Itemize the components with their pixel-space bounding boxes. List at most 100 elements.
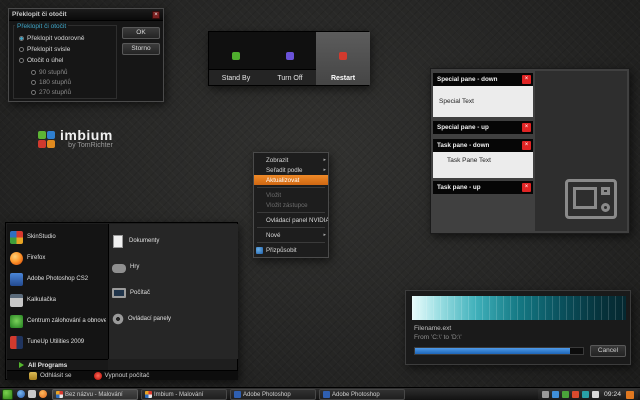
radio-rotate-by-angle[interactable]: Otočit o úhel	[19, 57, 64, 64]
start-menu-right-column: Dokumenty Hry Počítač Ovládací panely	[108, 224, 238, 359]
menu-item-nvidia-control-panel[interactable]: Ovládací panel NVIDIA	[254, 215, 328, 225]
task-button-photoshop-1[interactable]: Adobe Photoshop	[230, 389, 316, 400]
ok-button[interactable]: OK	[122, 27, 160, 39]
task-pane-text-box: Task Pane Text	[433, 152, 533, 178]
start-button[interactable]	[2, 389, 13, 400]
microwave-knob	[601, 203, 610, 212]
menu-item-label: Nové	[266, 232, 280, 239]
radio-angle-270[interactable]: 270 stupňů	[31, 89, 71, 96]
tray-icon[interactable]	[562, 391, 569, 398]
logoff-button[interactable]: Odhlásit se	[29, 372, 72, 380]
menu-item-paste-shortcut: Vložit zástupce	[254, 200, 328, 210]
tray-icon[interactable]	[552, 391, 559, 398]
restart-icon	[339, 52, 347, 60]
logo-title: imbium	[60, 129, 113, 142]
radio-label: 180 stupňů	[39, 79, 71, 86]
tray-icon[interactable]	[592, 391, 599, 398]
quicklaunch-firefox-icon[interactable]	[39, 390, 47, 398]
close-icon[interactable]: ×	[522, 183, 531, 192]
pane-header-label: Special pane - up	[437, 124, 489, 131]
radio-label: 90 stupňů	[39, 69, 68, 76]
tray-icon[interactable]	[542, 391, 549, 398]
radio-flip-vertical[interactable]: Překlopit svisle	[19, 46, 70, 53]
start-item-backup-center[interactable]: Centrum zálohování a obnovení	[10, 312, 106, 330]
task-button-paint-imbium[interactable]: Imbium - Malování	[141, 389, 227, 400]
progress-fill	[415, 348, 570, 354]
customize-icon	[256, 247, 263, 254]
standby-button[interactable]: Stand By	[209, 32, 263, 85]
all-programs-label: All Programs	[28, 362, 67, 369]
cancel-button[interactable]: Cancel	[590, 345, 626, 357]
task-pane-up-header[interactable]: Task pane - up ×	[433, 181, 533, 194]
tray-icon[interactable]	[582, 391, 589, 398]
start-item-games[interactable]: Hry	[112, 258, 236, 276]
menu-item-label: Vložit zástupce	[266, 202, 308, 209]
task-button-photoshop-2[interactable]: Adobe Photoshop	[319, 389, 405, 400]
menu-item-new[interactable]: Nové ▸	[254, 230, 328, 240]
flip-dialog-titlebar[interactable]: Překlopit či otočit ×	[9, 9, 163, 21]
cancel-button[interactable]: Storno	[122, 43, 160, 55]
close-icon[interactable]: ×	[152, 11, 160, 19]
radio-icon	[31, 90, 36, 95]
start-item-firefox[interactable]: Firefox	[10, 249, 106, 267]
paint-icon	[145, 391, 152, 398]
menu-item-sort-by[interactable]: Seřadit podle ▸	[254, 165, 328, 175]
task-label: Adobe Photoshop	[332, 392, 380, 398]
start-item-photoshop[interactable]: Adobe Photoshop CS2	[10, 270, 106, 288]
start-item-label: TuneUp Utilities 2009	[27, 339, 84, 345]
task-button-paint-untitled[interactable]: Bez názvu - Malování	[52, 389, 138, 400]
start-item-label: Kalkulačka	[27, 297, 56, 303]
radio-angle-90[interactable]: 90 stupňů	[31, 69, 68, 76]
tuneup-icon	[10, 336, 23, 349]
submenu-arrow-icon: ▸	[323, 232, 326, 238]
menu-item-refresh[interactable]: Aktualizovat	[254, 175, 328, 185]
special-text-box: Special Text	[433, 86, 533, 117]
games-icon	[112, 264, 126, 273]
turn-off-icon	[286, 52, 294, 60]
start-item-calculator[interactable]: Kalkulačka	[10, 291, 106, 309]
flip-group-label: Překlopit či otočit	[15, 23, 68, 30]
menu-item-label: Seřadit podle	[266, 167, 302, 174]
menu-item-view[interactable]: Zobrazit ▸	[254, 155, 328, 165]
all-programs-button[interactable]: All Programs	[7, 359, 108, 370]
close-icon[interactable]: ×	[522, 75, 531, 84]
turn-off-button[interactable]: Turn Off	[263, 32, 317, 85]
task-label: Adobe Photoshop	[243, 392, 291, 398]
special-pane-down-header[interactable]: Special pane - down ×	[433, 73, 533, 86]
imbium-logo-icon	[38, 131, 55, 148]
copy-progress-dialog: Filename.ext From 'C:\' to 'D:\' Cancel	[405, 290, 631, 365]
firefox-icon	[10, 252, 23, 265]
quicklaunch-desktop-icon[interactable]	[28, 390, 36, 398]
quicklaunch-browser-icon[interactable]	[17, 390, 25, 398]
microwave-icon	[565, 179, 617, 219]
special-pane-up-header[interactable]: Special pane - up ×	[433, 121, 533, 134]
progress-route: From 'C:\' to 'D:\'	[414, 334, 462, 341]
close-icon[interactable]: ×	[522, 141, 531, 150]
shutdown-button[interactable]: Vypnout počítač	[94, 372, 150, 380]
all-programs-arrow-icon	[19, 362, 24, 368]
microwave-panel	[601, 187, 610, 195]
menu-item-customize[interactable]: Přizpůsobit	[254, 245, 328, 255]
start-item-tuneup[interactable]: TuneUp Utilities 2009	[10, 333, 106, 351]
taskbar-clock: 09:24	[604, 391, 621, 398]
task-pane-down-header[interactable]: Task pane - down ×	[433, 139, 533, 152]
tray-end-icon[interactable]	[626, 391, 634, 399]
menu-separator	[257, 212, 325, 213]
desktop[interactable]: Překlopit či otočit × Překlopit či otoči…	[0, 0, 640, 400]
tray-icon[interactable]	[572, 391, 579, 398]
restart-button[interactable]: Restart	[316, 32, 370, 85]
start-item-label: Počítač	[130, 290, 150, 296]
close-icon[interactable]: ×	[522, 123, 531, 132]
photoshop-icon	[10, 273, 23, 286]
start-menu-left-column: SkinStudio Firefox Adobe Photoshop CS2 K…	[7, 224, 108, 359]
start-item-control-panels[interactable]: Ovládací panely	[112, 310, 236, 328]
start-item-skinstudio[interactable]: SkinStudio	[10, 228, 106, 246]
radio-flip-horizontal[interactable]: Překlopit vodorovně	[19, 35, 84, 42]
start-item-computer[interactable]: Počítač	[112, 284, 236, 302]
context-menu: Zobrazit ▸ Seřadit podle ▸ Aktualizovat …	[253, 152, 329, 258]
backup-icon	[10, 315, 23, 328]
start-item-documents[interactable]: Dokumenty	[112, 232, 236, 250]
radio-angle-180[interactable]: 180 stupňů	[31, 79, 71, 86]
turn-off-label: Turn Off	[263, 75, 317, 82]
documents-icon	[113, 235, 123, 248]
